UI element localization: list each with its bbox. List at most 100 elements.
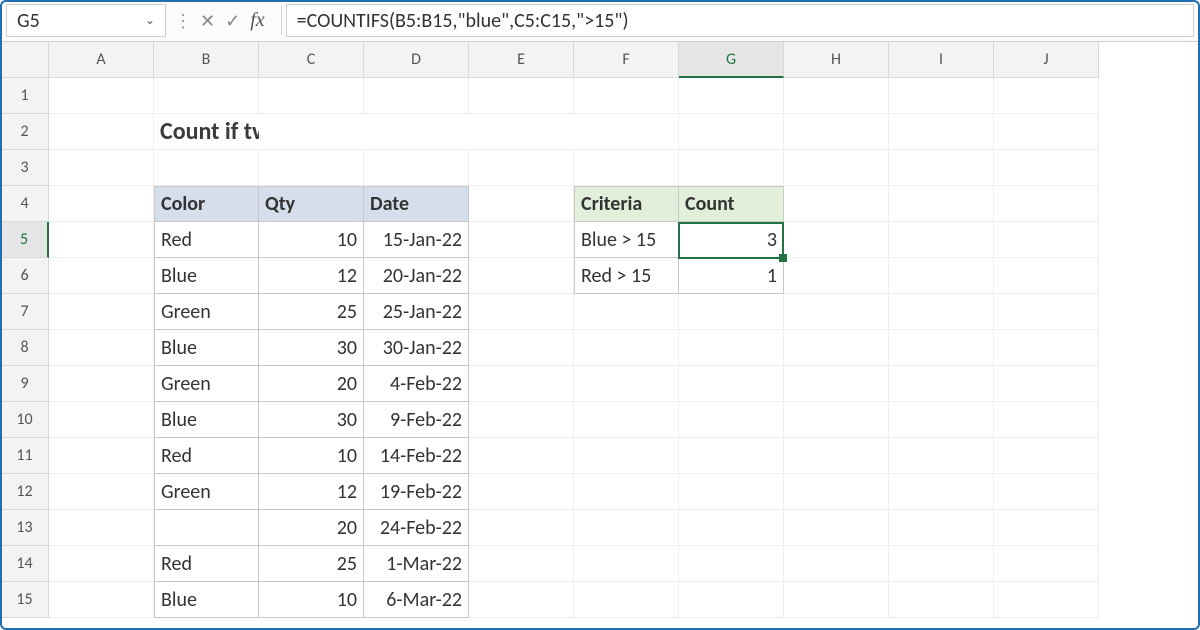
cell-A5[interactable] (49, 222, 154, 258)
cell-G12[interactable] (679, 474, 784, 510)
row-header-13[interactable]: 13 (1, 510, 49, 546)
cell-H5[interactable] (784, 222, 889, 258)
cell-A1[interactable] (49, 78, 154, 114)
cell-E2[interactable] (469, 114, 574, 150)
cell-I2[interactable] (889, 114, 994, 150)
cell-F9[interactable] (574, 366, 679, 402)
row-header-1[interactable]: 1 (1, 78, 49, 114)
cell-I11[interactable] (889, 438, 994, 474)
table-row[interactable]: 20-Jan-22 (364, 258, 469, 294)
cell-D3[interactable] (364, 150, 469, 186)
cell-I4[interactable] (889, 186, 994, 222)
table-row[interactable]: 15-Jan-22 (364, 222, 469, 258)
table-row[interactable]: 1 (679, 258, 784, 294)
cell-J14[interactable] (994, 546, 1099, 582)
table-header[interactable]: Criteria (574, 186, 679, 222)
cell-G7[interactable] (679, 294, 784, 330)
cell-I3[interactable] (889, 150, 994, 186)
cell-H10[interactable] (784, 402, 889, 438)
cell-J10[interactable] (994, 402, 1099, 438)
cell-J15[interactable] (994, 582, 1099, 618)
row-header-10[interactable]: 10 (1, 402, 49, 438)
cell-I8[interactable] (889, 330, 994, 366)
cell-A13[interactable] (49, 510, 154, 546)
cell-I15[interactable] (889, 582, 994, 618)
spreadsheet-grid[interactable]: ABCDEFGHIJ12Count if two criteria match3… (0, 42, 1200, 618)
table-row[interactable]: Blue (154, 402, 259, 438)
cell-H2[interactable] (784, 114, 889, 150)
cell-D1[interactable] (364, 78, 469, 114)
cell-H12[interactable] (784, 474, 889, 510)
cell-A2[interactable] (49, 114, 154, 150)
row-header-11[interactable]: 11 (1, 438, 49, 474)
cell-F11[interactable] (574, 438, 679, 474)
cell-C3[interactable] (259, 150, 364, 186)
cell-F3[interactable] (574, 150, 679, 186)
cell-F15[interactable] (574, 582, 679, 618)
table-row[interactable]: Blue > 15 (574, 222, 679, 258)
table-row[interactable]: Red (154, 438, 259, 474)
column-header-H[interactable]: H (784, 42, 889, 78)
cell-F14[interactable] (574, 546, 679, 582)
cell-E4[interactable] (469, 186, 574, 222)
cell-H14[interactable] (784, 546, 889, 582)
table-row[interactable]: Red (154, 222, 259, 258)
table-row[interactable]: Green (154, 294, 259, 330)
cell-E14[interactable] (469, 546, 574, 582)
table-row[interactable]: 20 (259, 510, 364, 546)
column-header-A[interactable]: A (49, 42, 154, 78)
cell-A6[interactable] (49, 258, 154, 294)
column-header-J[interactable]: J (994, 42, 1099, 78)
table-row[interactable]: 12 (259, 474, 364, 510)
table-row[interactable]: 20 (259, 366, 364, 402)
formula-input[interactable]: =COUNTIFS(B5:B15,"blue",C5:C15,">15") (286, 4, 1194, 37)
cell-C2[interactable] (259, 114, 364, 150)
cell-H13[interactable] (784, 510, 889, 546)
cell-H9[interactable] (784, 366, 889, 402)
cell-I1[interactable] (889, 78, 994, 114)
cell-I7[interactable] (889, 294, 994, 330)
table-row[interactable]: Red (154, 546, 259, 582)
table-row[interactable]: 30 (259, 402, 364, 438)
confirm-icon[interactable]: ✓ (225, 10, 240, 32)
cell-G2[interactable] (679, 114, 784, 150)
cell-H1[interactable] (784, 78, 889, 114)
cell-J11[interactable] (994, 438, 1099, 474)
row-header-9[interactable]: 9 (1, 366, 49, 402)
cell-A12[interactable] (49, 474, 154, 510)
row-header-6[interactable]: 6 (1, 258, 49, 294)
cell-H3[interactable] (784, 150, 889, 186)
cell-A7[interactable] (49, 294, 154, 330)
table-row[interactable]: 25-Jan-22 (364, 294, 469, 330)
select-all-corner[interactable] (1, 42, 49, 78)
table-row[interactable]: 1-Mar-22 (364, 546, 469, 582)
cell-G1[interactable] (679, 78, 784, 114)
cell-I6[interactable] (889, 258, 994, 294)
table-row[interactable]: 9-Feb-22 (364, 402, 469, 438)
cell-G15[interactable] (679, 582, 784, 618)
table-row[interactable] (154, 510, 259, 546)
table-header[interactable]: Date (364, 186, 469, 222)
cell-F1[interactable] (574, 78, 679, 114)
cell-E8[interactable] (469, 330, 574, 366)
cell-H7[interactable] (784, 294, 889, 330)
cell-E9[interactable] (469, 366, 574, 402)
table-row[interactable]: Blue (154, 258, 259, 294)
cell-J3[interactable] (994, 150, 1099, 186)
cell-C1[interactable] (259, 78, 364, 114)
cell-E5[interactable] (469, 222, 574, 258)
cell-H6[interactable] (784, 258, 889, 294)
cell-H15[interactable] (784, 582, 889, 618)
cell-B1[interactable] (154, 78, 259, 114)
cell-E13[interactable] (469, 510, 574, 546)
cancel-icon[interactable]: ✕ (200, 10, 215, 32)
cell-E12[interactable] (469, 474, 574, 510)
cell-J5[interactable] (994, 222, 1099, 258)
table-row[interactable]: 4-Feb-22 (364, 366, 469, 402)
cell-G13[interactable] (679, 510, 784, 546)
table-row[interactable]: 10 (259, 222, 364, 258)
cell-A8[interactable] (49, 330, 154, 366)
column-header-I[interactable]: I (889, 42, 994, 78)
cell-E3[interactable] (469, 150, 574, 186)
cell-J7[interactable] (994, 294, 1099, 330)
